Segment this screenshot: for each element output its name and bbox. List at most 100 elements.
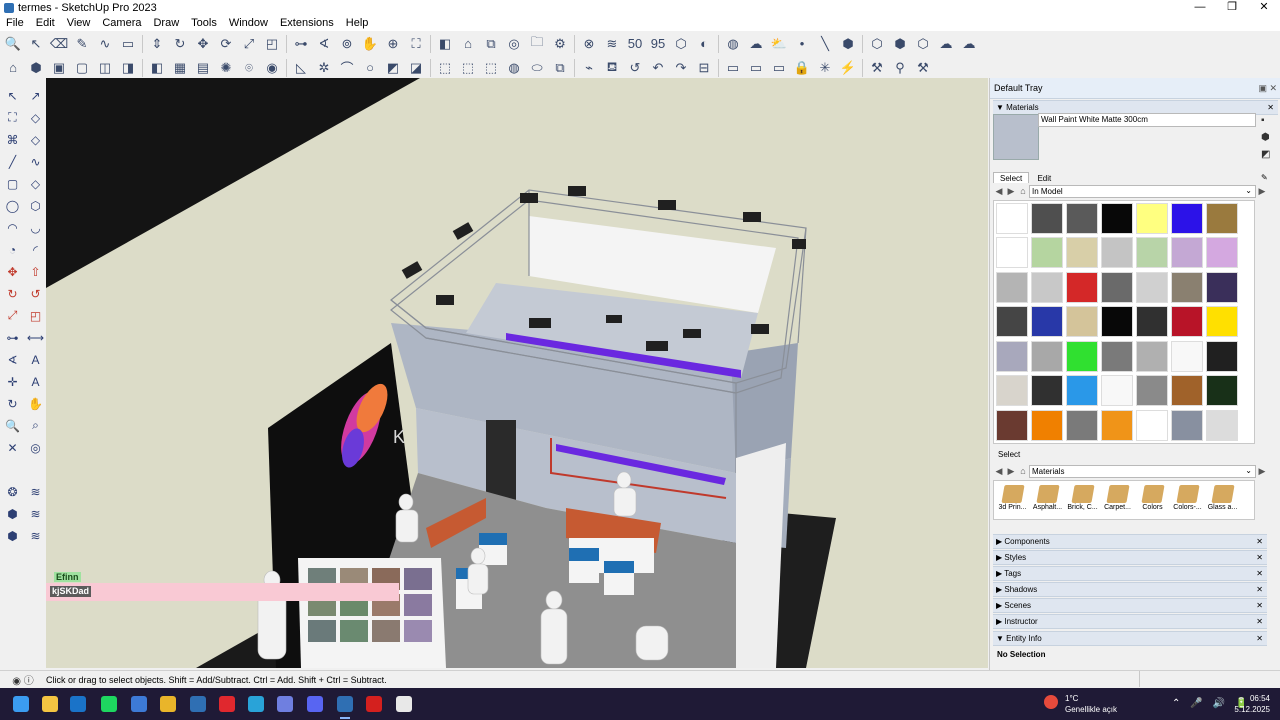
menu-draw[interactable]: Draw: [147, 17, 185, 29]
number-95-icon[interactable]: 95: [649, 35, 667, 53]
tools-icon[interactable]: ⚒: [868, 59, 886, 77]
material-swatch[interactable]: [1031, 409, 1063, 441]
measurements-box[interactable]: [1139, 671, 1280, 687]
details-arrow-icon[interactable]: ▶: [1256, 186, 1268, 197]
zoom-extents-icon[interactable]: ⛶: [407, 35, 425, 53]
section-cut-icon[interactable]: ⬢: [3, 504, 22, 523]
scale-tool-icon[interactable]: ⤢: [3, 306, 22, 325]
close-icon[interactable]: ✕: [1256, 535, 1263, 548]
material-swatch[interactable]: [1031, 375, 1063, 407]
material-swatch[interactable]: [996, 340, 1028, 372]
offset-tool-icon[interactable]: ◰: [26, 306, 45, 325]
number-50-icon[interactable]: 50: [626, 35, 644, 53]
refresh-icon[interactable]: ↺: [626, 59, 644, 77]
file-explorer-icon[interactable]: [42, 696, 58, 712]
panel-header[interactable]: ▶ Scenes ✕: [993, 598, 1267, 613]
material-swatch[interactable]: [1136, 340, 1168, 372]
forward-arrow-icon[interactable]: ▶: [1005, 466, 1017, 477]
material-swatch[interactable]: [1206, 409, 1238, 441]
extension-icon[interactable]: ⧉: [482, 35, 500, 53]
tab-select[interactable]: Select: [993, 172, 1030, 183]
circle-tool-icon[interactable]: ◯: [3, 196, 22, 215]
material-swatch[interactable]: [1101, 271, 1133, 303]
select-arrow-icon[interactable]: ↖: [27, 35, 45, 53]
library-folder[interactable]: Asphalt...: [1031, 483, 1064, 517]
app-purple-icon[interactable]: [277, 696, 293, 712]
sketchup-active-icon[interactable]: [337, 696, 353, 719]
hammer-icon[interactable]: ⚒: [914, 59, 932, 77]
library-folder[interactable]: Brick, C...: [1066, 483, 1099, 517]
forward-arrow-icon[interactable]: ▶: [1005, 186, 1017, 197]
material-swatch[interactable]: [1171, 271, 1203, 303]
triangle-ruler-icon[interactable]: ◺: [292, 59, 310, 77]
zoom-icon[interactable]: 🔍: [4, 35, 22, 53]
clock[interactable]: 06:54 5.12.2025: [1230, 693, 1270, 715]
material-swatch[interactable]: [1031, 271, 1063, 303]
zoom-extents-tool-icon[interactable]: ✕: [3, 438, 22, 457]
circle-orange-icon[interactable]: ◉: [263, 59, 281, 77]
close-button[interactable]: ✕: [1248, 0, 1280, 15]
pan-icon[interactable]: ✋: [361, 35, 379, 53]
menu-file[interactable]: File: [0, 17, 30, 29]
menu-help[interactable]: Help: [340, 17, 375, 29]
joint-icon[interactable]: ✳: [816, 59, 834, 77]
panel-header[interactable]: ▶ Instructor ✕: [993, 614, 1267, 629]
table-icon[interactable]: ▤: [194, 59, 212, 77]
material-swatch[interactable]: [1101, 237, 1133, 269]
box-2-icon[interactable]: ⬚: [459, 59, 477, 77]
material-swatch[interactable]: [1066, 409, 1098, 441]
tape-measure-icon[interactable]: ⊶: [292, 35, 310, 53]
model-viewport[interactable]: K Efinn kjSKDad: [46, 78, 988, 668]
shaded-icon[interactable]: ◪: [407, 59, 425, 77]
camera-views-icon[interactable]: ⌂: [4, 59, 22, 77]
close-icon[interactable]: ✕: [1256, 615, 1263, 628]
box-3-icon[interactable]: ⬚: [482, 59, 500, 77]
close-icon[interactable]: ✕: [1256, 567, 1263, 580]
material-swatch[interactable]: [996, 237, 1028, 269]
material-side-icons[interactable]: ▪ ⬢ ◩: [1261, 112, 1273, 163]
opera-icon[interactable]: [219, 696, 235, 712]
close-icon[interactable]: ✕: [1256, 599, 1263, 612]
edge-icon[interactable]: [248, 696, 264, 712]
half-circle-icon[interactable]: ◐: [695, 35, 713, 53]
lock-icon[interactable]: 🔒: [793, 59, 811, 77]
tab-edit[interactable]: Edit: [1031, 173, 1057, 183]
dimension-tool-icon[interactable]: ⟷: [26, 328, 45, 347]
material-swatch[interactable]: [1136, 375, 1168, 407]
close-circle-icon[interactable]: ⊗: [580, 35, 598, 53]
material-swatch[interactable]: [1101, 375, 1133, 407]
menu-view[interactable]: View: [61, 17, 97, 29]
default-material-icon[interactable]: ◩: [1261, 146, 1273, 163]
previous-view-icon[interactable]: ◎: [26, 438, 45, 457]
folder-icon[interactable]: 🗀: [528, 34, 546, 53]
chrome-icon[interactable]: [160, 696, 176, 712]
protractor-icon[interactable]: ∢: [315, 35, 333, 53]
orbit-icon[interactable]: ⊚: [338, 35, 356, 53]
menu-camera[interactable]: Camera: [96, 17, 147, 29]
box-1-icon[interactable]: ⬚: [436, 59, 454, 77]
sandbox-icon[interactable]: ≋: [26, 526, 45, 545]
panel-header[interactable]: ▶ Shadows ✕: [993, 582, 1267, 597]
zoom-window-icon[interactable]: ⊕: [384, 35, 402, 53]
details-arrow-icon[interactable]: ▶: [1256, 466, 1268, 477]
back-view-icon[interactable]: ◨: [119, 59, 137, 77]
panel-header[interactable]: ▶ Components ✕: [993, 534, 1267, 549]
cloud-upload-icon[interactable]: ☁: [960, 35, 978, 53]
measure-icon[interactable]: ⊟: [695, 59, 713, 77]
arch-icon[interactable]: ⌒: [338, 59, 356, 77]
select-tool-icon[interactable]: ↖: [3, 86, 22, 105]
followme-tool-icon[interactable]: ↺: [26, 284, 45, 303]
dot-icon[interactable]: •: [793, 35, 811, 53]
pan-tool-icon[interactable]: ✋: [26, 394, 45, 413]
material-swatch[interactable]: [1031, 340, 1063, 372]
cube-4-icon[interactable]: ⬡: [914, 35, 932, 53]
push-pull-icon[interactable]: ⇕: [148, 35, 166, 53]
material-swatch[interactable]: [1136, 409, 1168, 441]
window-icon[interactable]: ▭: [724, 59, 742, 77]
material-swatch[interactable]: [1206, 271, 1238, 303]
sphere-icon[interactable]: ◍: [505, 59, 523, 77]
material-swatch[interactable]: [1066, 271, 1098, 303]
material-swatch[interactable]: [1171, 306, 1203, 338]
pin-icon[interactable]: ⚲: [891, 59, 909, 77]
tag-eraser-icon[interactable]: ◇: [26, 130, 45, 149]
